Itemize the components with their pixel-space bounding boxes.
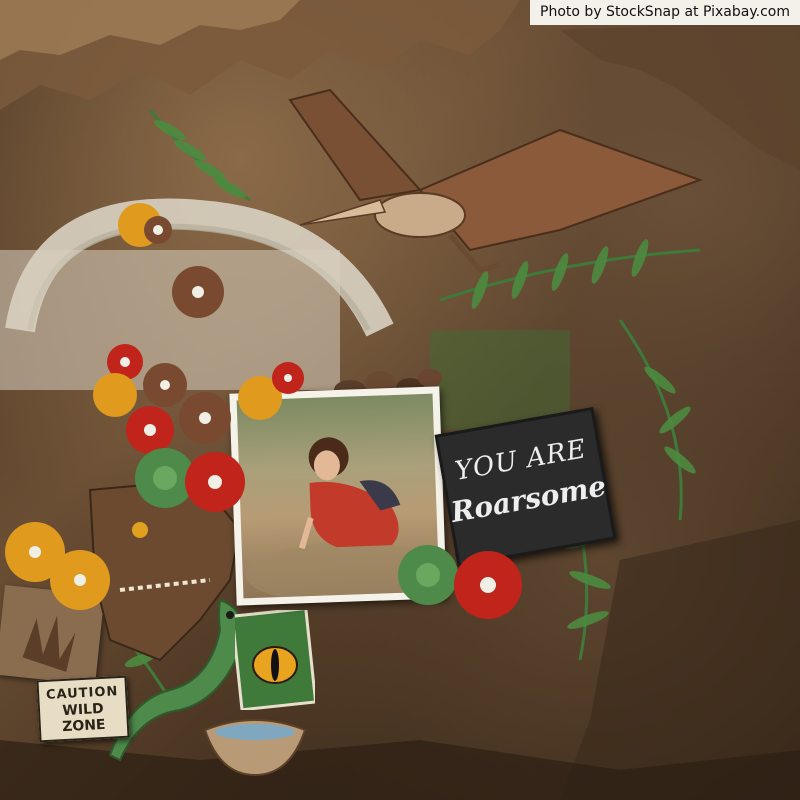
- scrapbook-scene: YOU ARE Roarsome CAUTION WILD ZONE Photo…: [0, 0, 800, 800]
- caution-wild-zone-sign: CAUTION WILD ZONE: [36, 675, 130, 743]
- flower-icon: [5, 203, 522, 619]
- zone-label: ZONE: [61, 716, 106, 736]
- photo-credit: Photo by StockSnap at Pixabay.com: [530, 0, 800, 25]
